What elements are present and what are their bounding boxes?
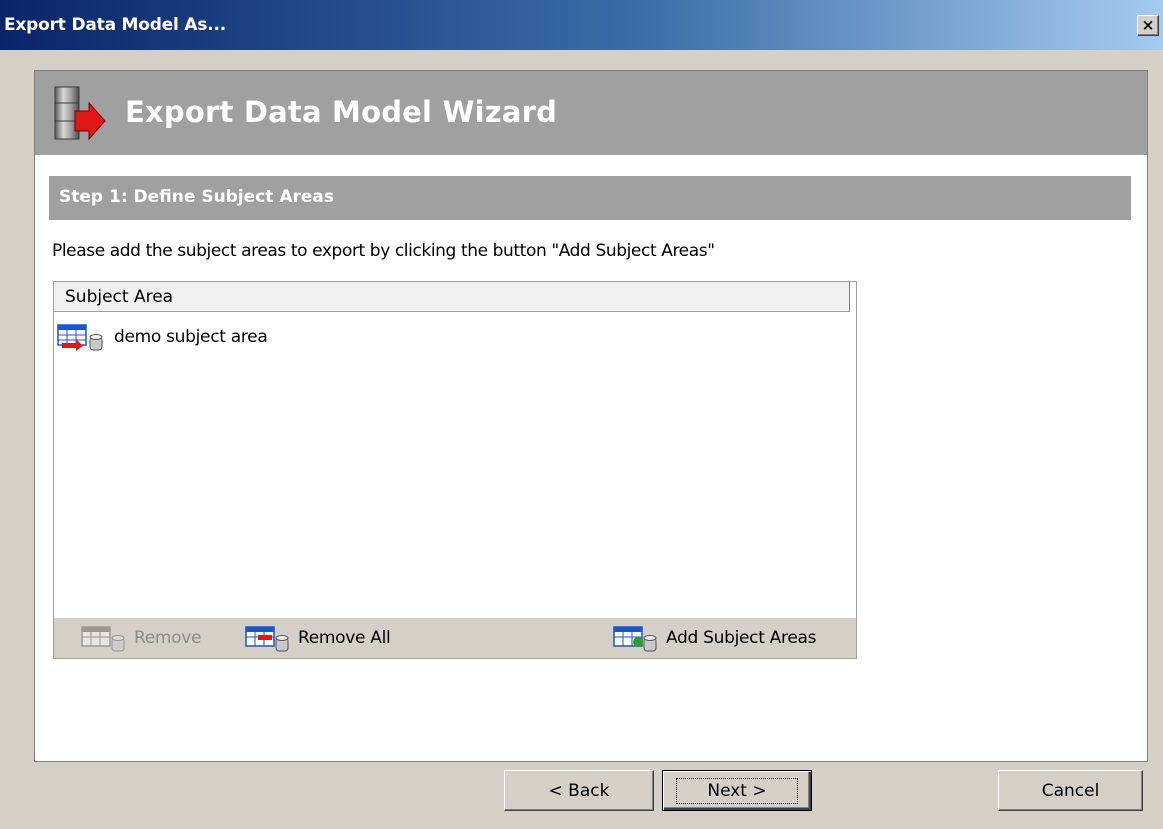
list-toolbar: Remove Remove All Add Subject Areas — [54, 618, 856, 658]
cancel-button[interactable]: Cancel — [998, 770, 1143, 811]
wizard-header: Export Data Model Wizard — [35, 71, 1147, 155]
title-bar: Export Data Model As... × — [0, 0, 1163, 50]
column-header-subject-area[interactable]: Subject Area — [54, 282, 850, 312]
close-button[interactable]: × — [1137, 15, 1159, 36]
step-header: Step 1: Define Subject Areas — [49, 176, 1131, 220]
window-title: Export Data Model As... — [4, 15, 227, 35]
subject-area-list[interactable]: Subject Area demo subject area Remove Re… — [53, 281, 857, 659]
export-database-icon — [54, 86, 106, 141]
back-button-label: < Back — [548, 780, 610, 801]
remove-button[interactable]: Remove — [80, 622, 202, 654]
add-subject-areas-label: Add Subject Areas — [666, 628, 817, 648]
next-button[interactable]: Next > — [662, 770, 812, 811]
step-title: Step 1: Define Subject Areas — [59, 187, 334, 207]
wizard-panel: Export Data Model Wizard Step 1: Define … — [34, 70, 1148, 762]
column-header-label: Subject Area — [65, 287, 174, 307]
add-subject-areas-icon — [613, 626, 657, 652]
remove-label: Remove — [134, 628, 202, 648]
list-item[interactable]: demo subject area — [56, 322, 268, 352]
add-subject-areas-button[interactable]: Add Subject Areas — [612, 622, 816, 654]
remove-subject-area-icon — [81, 626, 125, 652]
back-button[interactable]: < Back — [504, 770, 654, 811]
subject-area-icon — [57, 324, 103, 351]
instructions-text: Please add the subject areas to export b… — [52, 241, 715, 261]
next-button-label: Next > — [676, 777, 798, 804]
remove-all-label: Remove All — [298, 628, 391, 648]
wizard-title: Export Data Model Wizard — [125, 95, 558, 129]
remove-all-button[interactable]: Remove All — [244, 622, 391, 654]
cancel-button-label: Cancel — [1041, 780, 1100, 801]
remove-all-subject-areas-icon — [245, 626, 289, 652]
list-item-label: demo subject area — [114, 327, 268, 347]
close-icon: × — [1141, 16, 1155, 34]
